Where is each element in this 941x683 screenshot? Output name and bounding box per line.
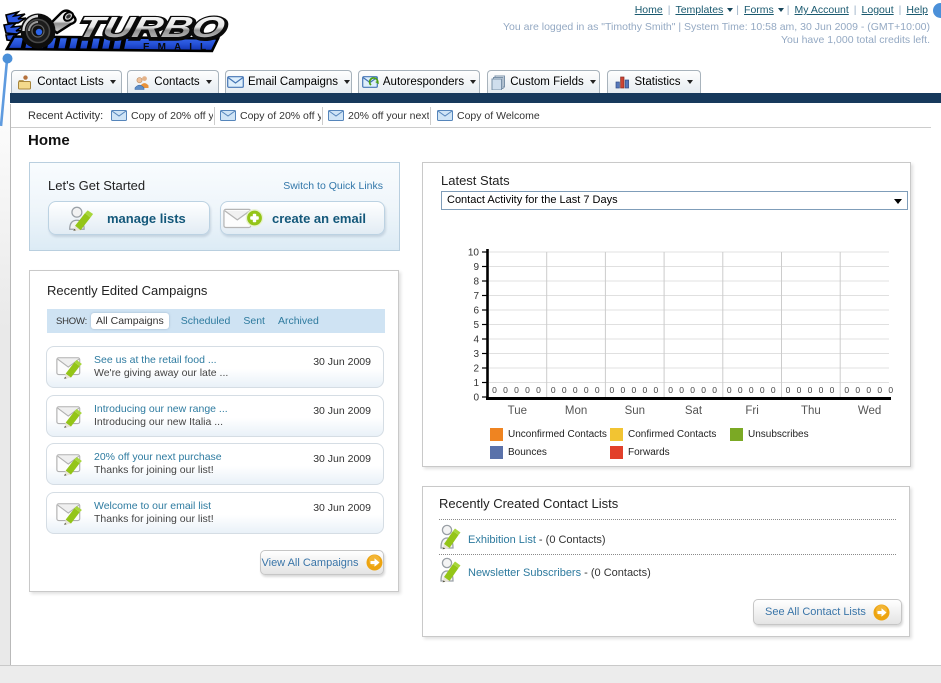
svg-text:0: 0 bbox=[562, 385, 567, 395]
svg-text:0: 0 bbox=[808, 385, 813, 395]
svg-text:0: 0 bbox=[866, 385, 871, 395]
svg-text:Sun: Sun bbox=[625, 405, 645, 417]
svg-text:0: 0 bbox=[786, 385, 791, 395]
svg-text:0: 0 bbox=[573, 385, 578, 395]
svg-text:TURBO: TURBO bbox=[74, 11, 228, 43]
svg-text:Wed: Wed bbox=[858, 405, 881, 417]
svg-text:0: 0 bbox=[690, 385, 695, 395]
svg-text:Fri: Fri bbox=[745, 405, 758, 417]
svg-text:5: 5 bbox=[473, 320, 479, 331]
svg-text:0: 0 bbox=[551, 385, 556, 395]
svg-text:0: 0 bbox=[514, 385, 519, 395]
svg-text:Thu: Thu bbox=[801, 405, 821, 417]
svg-text:0: 0 bbox=[877, 385, 882, 395]
svg-text:0: 0 bbox=[492, 385, 497, 395]
svg-text:0: 0 bbox=[654, 385, 659, 395]
svg-text:4: 4 bbox=[473, 335, 479, 346]
svg-text:Mon: Mon bbox=[565, 405, 587, 417]
svg-text:0: 0 bbox=[643, 385, 648, 395]
svg-text:0: 0 bbox=[473, 393, 479, 404]
svg-text:0: 0 bbox=[830, 385, 835, 395]
svg-text:0: 0 bbox=[855, 385, 860, 395]
svg-text:0: 0 bbox=[610, 385, 615, 395]
svg-text:0: 0 bbox=[584, 385, 589, 395]
svg-text:0: 0 bbox=[632, 385, 637, 395]
svg-text:7: 7 bbox=[473, 291, 479, 302]
svg-text:0: 0 bbox=[844, 385, 849, 395]
svg-text:0: 0 bbox=[503, 385, 508, 395]
svg-text:0: 0 bbox=[595, 385, 600, 395]
svg-text:0: 0 bbox=[749, 385, 754, 395]
svg-text:0: 0 bbox=[771, 385, 776, 395]
svg-text:9: 9 bbox=[473, 262, 479, 273]
svg-text:1: 1 bbox=[473, 378, 479, 389]
svg-text:0: 0 bbox=[819, 385, 824, 395]
svg-text:8: 8 bbox=[473, 277, 479, 288]
svg-text:0: 0 bbox=[701, 385, 706, 395]
svg-text:3: 3 bbox=[473, 349, 479, 360]
svg-text:0: 0 bbox=[712, 385, 717, 395]
svg-text:0: 0 bbox=[679, 385, 684, 395]
svg-text:Sat: Sat bbox=[685, 405, 703, 417]
svg-text:0: 0 bbox=[536, 385, 541, 395]
svg-text:Tue: Tue bbox=[508, 405, 527, 417]
svg-text:6: 6 bbox=[473, 306, 479, 317]
svg-text:0: 0 bbox=[760, 385, 765, 395]
svg-text:0: 0 bbox=[727, 385, 732, 395]
svg-text:2: 2 bbox=[473, 364, 479, 375]
svg-text:0: 0 bbox=[797, 385, 802, 395]
svg-text:0: 0 bbox=[888, 385, 893, 395]
svg-text:0: 0 bbox=[621, 385, 626, 395]
svg-text:0: 0 bbox=[738, 385, 743, 395]
svg-text:10: 10 bbox=[468, 248, 480, 259]
svg-text:0: 0 bbox=[668, 385, 673, 395]
svg-text:0: 0 bbox=[525, 385, 530, 395]
